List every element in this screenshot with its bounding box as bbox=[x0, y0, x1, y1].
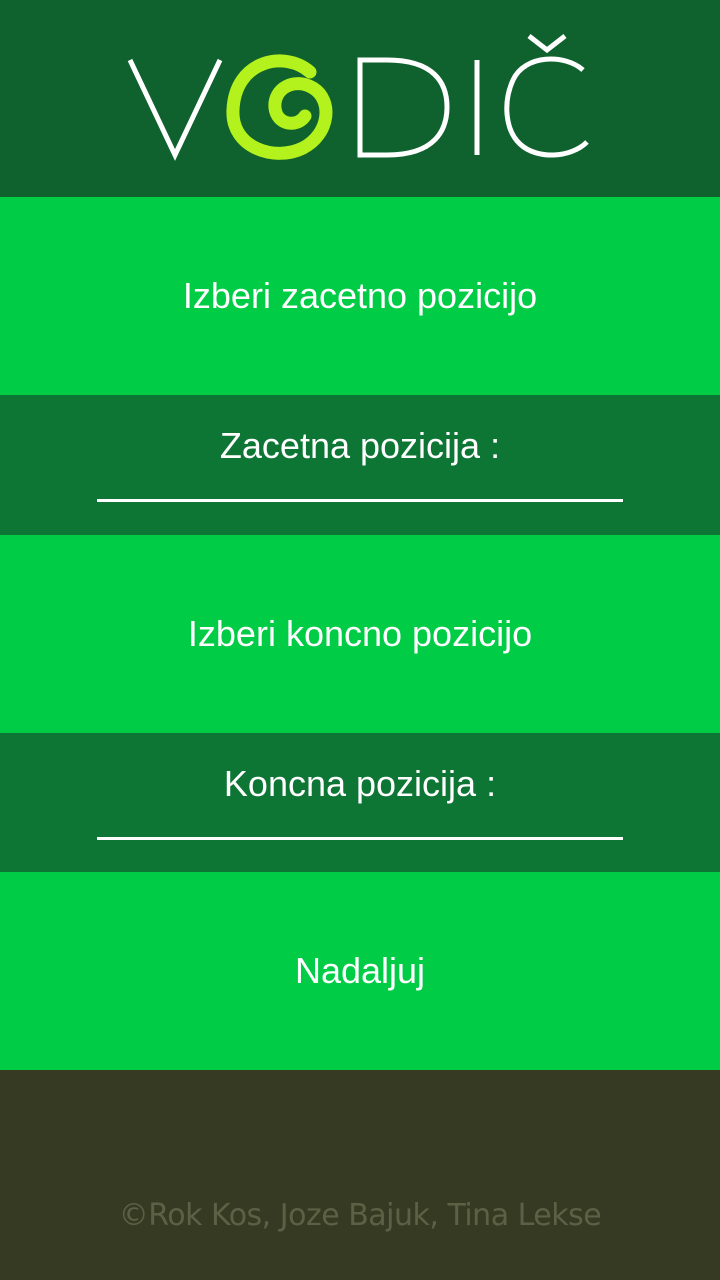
start-position-value-line bbox=[97, 499, 623, 502]
start-position-field: Zacetna pozicija : bbox=[0, 395, 720, 535]
continue-label: Nadaljuj bbox=[294, 950, 426, 991]
continue-button[interactable]: Nadaljuj bbox=[0, 872, 720, 1070]
logo-caron bbox=[527, 34, 567, 54]
app-footer: ©Rok Kos, Joze Bajuk, Tina Lekse bbox=[0, 1070, 720, 1280]
select-start-label: Izberi zacetno pozicijo bbox=[182, 275, 538, 316]
end-position-field: Koncna pozicija : bbox=[0, 733, 720, 872]
end-position-value-line bbox=[97, 837, 623, 840]
select-start-button[interactable]: Izberi zacetno pozicijo bbox=[0, 197, 720, 395]
spiral-icon bbox=[226, 54, 333, 160]
select-end-button[interactable]: Izberi koncno pozicijo bbox=[0, 535, 720, 733]
logo-letter-c bbox=[504, 56, 589, 158]
end-position-label: Koncna pozicija : bbox=[223, 763, 497, 804]
start-position-label: Zacetna pozicija : bbox=[219, 425, 501, 466]
logo-letter-d bbox=[357, 57, 450, 158]
vodic-logo bbox=[127, 34, 589, 161]
select-end-label: Izberi koncno pozicijo bbox=[187, 613, 533, 654]
credits-text: ©Rok Kos, Joze Bajuk, Tina Lekse bbox=[118, 1198, 602, 1233]
logo-letter-v bbox=[127, 58, 223, 161]
app-header bbox=[0, 0, 720, 197]
